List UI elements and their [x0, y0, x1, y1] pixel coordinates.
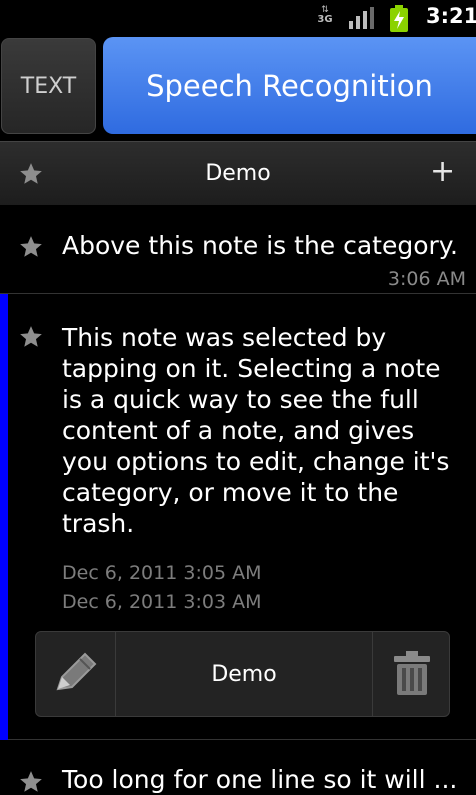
add-note-button[interactable]: + — [430, 154, 455, 189]
battery-charging-icon — [390, 5, 408, 32]
edit-button[interactable] — [36, 632, 116, 716]
star-icon[interactable] — [18, 234, 44, 260]
note-time: 3:06 AM — [387, 268, 466, 290]
note-text: Too long for one line so it will ... — [62, 765, 458, 794]
note-text: Above this note is the category. — [62, 231, 458, 260]
star-icon[interactable] — [18, 769, 44, 795]
change-category-button[interactable]: Demo — [116, 632, 372, 716]
text-mode-button[interactable]: TEXT — [1, 38, 96, 134]
note-date-created: Dec 6, 2011 3:03 AM — [62, 591, 262, 613]
pencil-icon — [56, 652, 97, 691]
selected-list-item[interactable]: This note was selected by tapping on it.… — [0, 294, 476, 740]
category-label: Demo — [205, 161, 271, 186]
network-3g-icon: ⇅ 3G — [317, 5, 333, 25]
signal-strength-icon — [349, 7, 374, 29]
trash-icon — [394, 651, 430, 695]
status-bar: ⇅ 3G 3:21 — [0, 0, 476, 36]
status-time: 3:21 — [426, 4, 476, 28]
list-item[interactable]: Too long for one line so it will ... — [0, 741, 476, 795]
trash-button[interactable] — [372, 632, 450, 716]
note-date-modified: Dec 6, 2011 3:05 AM — [62, 562, 262, 584]
note-actions-bar: Demo — [35, 631, 450, 717]
speech-recognition-button[interactable]: Speech Recognition — [103, 37, 476, 134]
list-item[interactable]: Above this note is the category. 3:06 AM — [0, 206, 476, 294]
star-icon[interactable] — [18, 324, 44, 350]
selection-indicator — [0, 294, 8, 740]
category-bar[interactable]: Demo + — [0, 141, 476, 205]
note-text: This note was selected by tapping on it.… — [62, 323, 450, 538]
